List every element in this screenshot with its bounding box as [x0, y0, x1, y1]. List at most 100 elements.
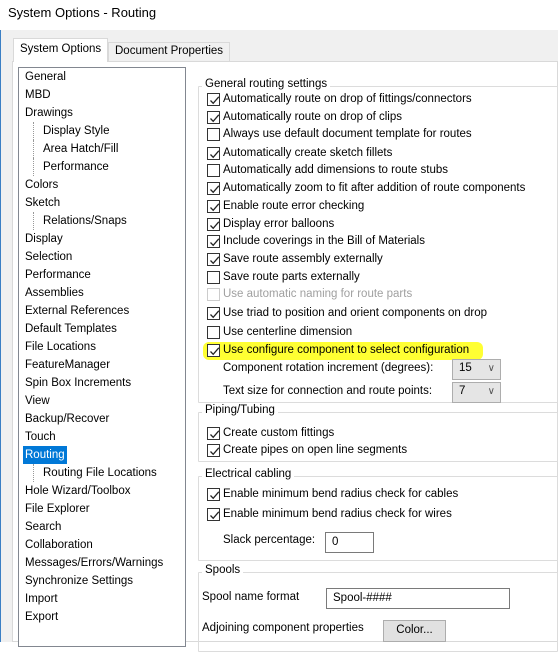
checkmark-icon	[210, 447, 220, 456]
checkbox-label: Automatically zoom to fit after addition…	[223, 182, 526, 194]
tree-connector	[33, 140, 39, 158]
checkbox[interactable]	[207, 218, 220, 231]
slack-input[interactable]: 0	[325, 532, 374, 553]
checkmark-icon	[210, 221, 220, 230]
checkbox	[207, 288, 220, 301]
checkmark-icon	[210, 347, 220, 356]
checkmark-icon	[210, 185, 220, 194]
checkbox[interactable]	[207, 508, 220, 521]
tree-item-file-locations[interactable]: File Locations	[23, 338, 98, 356]
tree-item-spin-box-increments[interactable]: Spin Box Increments	[23, 374, 133, 392]
options-tree[interactable]: General MBD Drawings Display Style Area Hatc…	[18, 67, 186, 647]
checkmark-icon	[210, 430, 220, 439]
checkbox[interactable]	[207, 147, 220, 160]
checkmark-icon	[210, 310, 220, 319]
chevron-down-icon: ∨	[487, 386, 495, 397]
tree-item-messages-errors-warnings[interactable]: Messages/Errors/Warnings	[23, 554, 165, 572]
tree-item-external-references[interactable]: External References	[23, 302, 131, 320]
checkbox-label: Enable route error checking	[223, 200, 365, 212]
tree-item-hole-wizard-toolbox[interactable]: Hole Wizard/Toolbox	[23, 482, 132, 500]
tree-item-search[interactable]: Search	[23, 518, 63, 536]
tree-item-view[interactable]: View	[23, 392, 52, 410]
checkbox[interactable]	[207, 271, 220, 284]
tree-connector	[33, 122, 39, 140]
textsize-label: Text size for connection and route point…	[223, 385, 433, 397]
tree-connector	[33, 158, 39, 176]
tree-item-performance[interactable]: Performance	[41, 158, 111, 176]
checkbox-label: Use centerline dimension	[223, 326, 353, 338]
checkbox[interactable]	[207, 182, 220, 195]
tree-item-general[interactable]: General	[23, 68, 68, 86]
tree-item-default-templates[interactable]: Default Templates	[23, 320, 119, 338]
tab-system-options[interactable]: System Options	[13, 38, 109, 62]
checkbox[interactable]	[207, 488, 220, 501]
tree-item-performance[interactable]: Performance	[23, 266, 93, 284]
checkbox-label: Use automatic naming for route parts	[223, 288, 413, 300]
tree-item-synchronize-settings[interactable]: Synchronize Settings	[23, 572, 135, 590]
color-button[interactable]: Color...	[383, 620, 446, 642]
adjoining-label: Adjoining component properties	[202, 622, 364, 634]
checkbox[interactable]	[207, 128, 220, 141]
checkmark-icon	[210, 491, 220, 500]
checkmark-icon	[210, 96, 220, 105]
tree-item-colors[interactable]: Colors	[23, 176, 60, 194]
checkbox[interactable]	[207, 326, 220, 339]
slack-label: Slack percentage:	[223, 534, 316, 546]
tree-item-featuremanager[interactable]: FeatureManager	[23, 356, 112, 374]
select-value: 15	[459, 362, 472, 374]
tree-item-routing[interactable]: Routing	[23, 446, 67, 464]
tree-connector	[33, 464, 39, 482]
checkbox-label: Include coverings in the Bill of Materia…	[223, 235, 425, 247]
checkmark-icon	[210, 114, 220, 123]
tree-item-sketch[interactable]: Sketch	[23, 194, 62, 212]
checkbox[interactable]	[207, 200, 220, 213]
tree-item-backup-recover[interactable]: Backup/Recover	[23, 410, 111, 428]
tree-item-mbd[interactable]: MBD	[23, 86, 53, 104]
checkbox-label: Display error balloons	[223, 218, 335, 230]
checkmark-icon	[210, 203, 220, 212]
tree-item-assemblies[interactable]: Assemblies	[23, 284, 86, 302]
tree-item-area-hatch-fill[interactable]: Area Hatch/Fill	[41, 140, 120, 158]
tree-item-selection[interactable]: Selection	[23, 248, 74, 266]
window-title: System Options - Routing	[8, 5, 157, 20]
tab-document-properties[interactable]: Document Properties	[108, 42, 231, 62]
piping-group-label: Piping/Tubing	[202, 404, 278, 416]
tree-item-routing-file-locations[interactable]: Routing File Locations	[41, 464, 159, 482]
tree-item-display-style[interactable]: Display Style	[41, 122, 111, 140]
checkbox-label: Automatically route on drop of clips	[223, 111, 402, 123]
tree-item-import[interactable]: Import	[23, 590, 60, 608]
checkbox[interactable]	[207, 427, 220, 440]
checkbox-label: Enable minimum bend radius check for cab…	[223, 488, 459, 500]
tree-item-drawings[interactable]: Drawings	[23, 104, 75, 122]
checkmark-icon	[210, 238, 220, 247]
rotation-select[interactable]: 15 ∨	[452, 359, 501, 380]
checkbox[interactable]	[207, 344, 220, 357]
tree-item-export[interactable]: Export	[23, 608, 60, 626]
tree-item-collaboration[interactable]: Collaboration	[23, 536, 95, 554]
select-value: 7	[459, 385, 466, 397]
tree-item-display[interactable]: Display	[23, 230, 65, 248]
electrical-group-label: Electrical cabling	[202, 468, 295, 480]
chevron-down-icon: ∨	[487, 363, 495, 374]
tree-item-touch[interactable]: Touch	[23, 428, 58, 446]
spools-group	[198, 572, 558, 652]
checkbox-label: Use triad to position and orient compone…	[223, 307, 488, 319]
spool-name-format-input[interactable]: Spool-####	[326, 588, 510, 609]
general-group-label: General routing settings	[202, 78, 331, 90]
textsize-select[interactable]: 7 ∨	[452, 382, 501, 403]
tree-item-relations-snaps[interactable]: Relations/Snaps	[41, 212, 129, 230]
checkbox-label: Automatically create sketch fillets	[223, 147, 393, 159]
checkbox[interactable]	[207, 93, 220, 106]
rotation-label: Component rotation increment (degrees):	[223, 362, 434, 374]
checkbox[interactable]	[207, 253, 220, 266]
checkbox[interactable]	[207, 235, 220, 248]
checkbox[interactable]	[207, 111, 220, 124]
tree-item-file-explorer[interactable]: File Explorer	[23, 500, 92, 518]
checkbox-label: Create custom fittings	[223, 427, 335, 439]
checkbox-label: Always use default document template for…	[223, 128, 472, 140]
checkbox[interactable]	[207, 307, 220, 320]
checkbox[interactable]	[207, 164, 220, 177]
checkmark-icon	[210, 511, 220, 520]
checkbox[interactable]	[207, 444, 220, 457]
spools-group-label: Spools	[202, 564, 244, 576]
